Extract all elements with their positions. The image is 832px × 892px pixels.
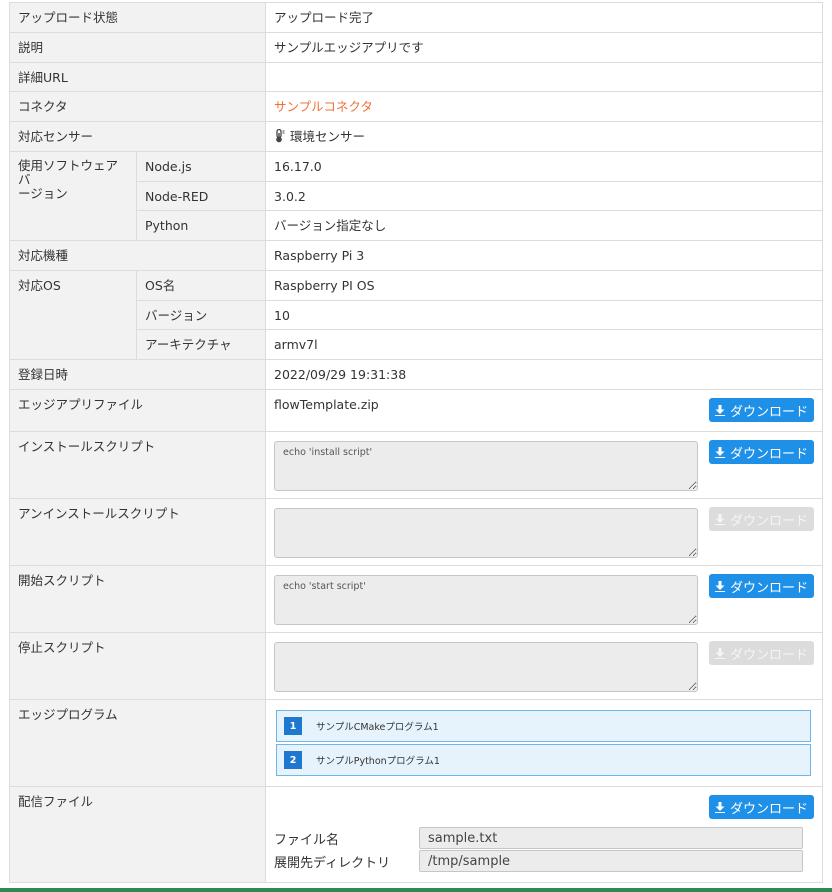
start-script-textarea[interactable]: echo 'start script'	[274, 575, 699, 625]
start-script-download-button[interactable]: ダウンロード	[709, 574, 815, 598]
description-label: 説明	[8, 32, 267, 63]
download-icon	[715, 647, 725, 659]
directory-row: 展開先ディレクトリ /tmp/sample	[274, 850, 804, 872]
install-script-textarea[interactable]: echo 'install script'	[274, 441, 699, 491]
edge-program-value: 1 サンプルCMakeプログラム1 2 サンプルPythonプログラム1	[265, 699, 824, 787]
stop-script-value: ダウンロード	[265, 632, 824, 700]
software-item-nodejs-label: Node.js	[135, 151, 267, 182]
upload-status-label: アップロード状態	[8, 2, 267, 33]
file-name-field[interactable]: sample.txt	[419, 827, 804, 849]
stop-script-download-button: ダウンロード	[709, 641, 815, 665]
app-file-value: flowTemplate.zip ダウンロード	[265, 389, 824, 432]
install-script-value: echo 'install script' ダウンロード	[265, 431, 824, 499]
uninstall-script-download-button: ダウンロード	[709, 507, 815, 531]
os-item-arch-value: armv7l	[265, 329, 824, 360]
detail-url-value	[265, 62, 824, 92]
sensor-label: 対応センサー	[8, 121, 267, 152]
directory-label: 展開先ディレクトリ	[274, 855, 391, 871]
software-item-python-label: Python	[135, 210, 267, 241]
file-name-row: ファイル名 sample.txt	[274, 827, 804, 849]
delivery-file-download-button[interactable]: ダウンロード	[709, 795, 815, 819]
download-icon	[715, 513, 725, 525]
thermometer-icon	[274, 128, 286, 143]
download-icon	[715, 580, 725, 592]
software-label: 使用ソフトウェアバ ージョン	[9, 151, 137, 241]
os-item-name-label: OS名	[135, 270, 267, 301]
program-number-badge: 2	[284, 751, 303, 769]
os-item-name-value: Raspberry PI OS	[265, 270, 824, 301]
delivery-file-label: 配信ファイル	[8, 786, 267, 883]
program-name: サンプルCMakeプログラム1	[316, 722, 439, 733]
app-file-download-button[interactable]: ダウンロード	[709, 398, 815, 422]
detail-table: アップロード状態 アップロード完了 説明 サンプルエッジアプリです 詳細URL …	[8, 2, 824, 883]
stop-script-label: 停止スクリプト	[8, 632, 267, 700]
edge-program-label: エッジプログラム	[8, 699, 267, 787]
uninstall-script-textarea[interactable]	[274, 508, 699, 558]
software-item-nodejs-value: 16.17.0	[265, 151, 824, 182]
sensor-name: 環境センサー	[290, 129, 366, 144]
description-value: サンプルエッジアプリです	[265, 32, 824, 63]
os-item-arch-label: アーキテクチャ	[135, 329, 267, 360]
connector-value: サンプルコネクタ	[265, 91, 824, 122]
file-name-label: ファイル名	[274, 832, 340, 848]
download-icon	[715, 801, 725, 813]
delivery-file-value: ダウンロード ファイル名 sample.txt 展開先ディレクトリ /tmp/s…	[265, 786, 824, 883]
model-value: Raspberry Pi 3	[265, 240, 824, 271]
upload-status-value: アップロード完了	[265, 2, 824, 33]
start-script-value: echo 'start script' ダウンロード	[265, 565, 824, 633]
os-item-version-value: 10	[265, 300, 824, 330]
program-name: サンプルPythonプログラム1	[316, 756, 440, 767]
software-item-nodered-value: 3.0.2	[265, 181, 824, 211]
sensor-value: 環境センサー	[265, 121, 824, 152]
edge-program-item[interactable]: 1 サンプルCMakeプログラム1	[276, 710, 812, 742]
edge-app-detail: アップロード状態 アップロード完了 説明 サンプルエッジアプリです 詳細URL …	[0, 0, 832, 892]
model-label: 対応機種	[8, 240, 267, 271]
edge-program-item[interactable]: 2 サンプルPythonプログラム1	[276, 744, 812, 776]
directory-field[interactable]: /tmp/sample	[419, 850, 804, 872]
start-script-label: 開始スクリプト	[8, 565, 267, 633]
software-item-nodered-label: Node-RED	[135, 181, 267, 211]
install-script-label: インストールスクリプト	[8, 431, 267, 499]
os-label: 対応OS	[9, 270, 137, 360]
uninstall-script-label: アンインストールスクリプト	[8, 498, 267, 566]
software-item-python-value: バージョン指定なし	[265, 210, 824, 241]
bottom-border	[0, 888, 832, 892]
registered-value: 2022/09/29 19:31:38	[265, 359, 824, 390]
uninstall-script-value: ダウンロード	[265, 498, 824, 566]
program-number-badge: 1	[284, 717, 303, 735]
stop-script-textarea[interactable]	[274, 642, 699, 692]
connector-link[interactable]: サンプルコネクタ	[274, 92, 814, 115]
connector-label: コネクタ	[8, 91, 267, 122]
download-icon	[715, 404, 725, 416]
app-file-label: エッジアプリファイル	[8, 389, 267, 432]
os-item-version-label: バージョン	[135, 300, 267, 330]
install-script-download-button[interactable]: ダウンロード	[709, 440, 815, 464]
download-icon	[715, 446, 725, 458]
registered-label: 登録日時	[8, 359, 267, 390]
detail-url-label: 詳細URL	[8, 62, 267, 92]
